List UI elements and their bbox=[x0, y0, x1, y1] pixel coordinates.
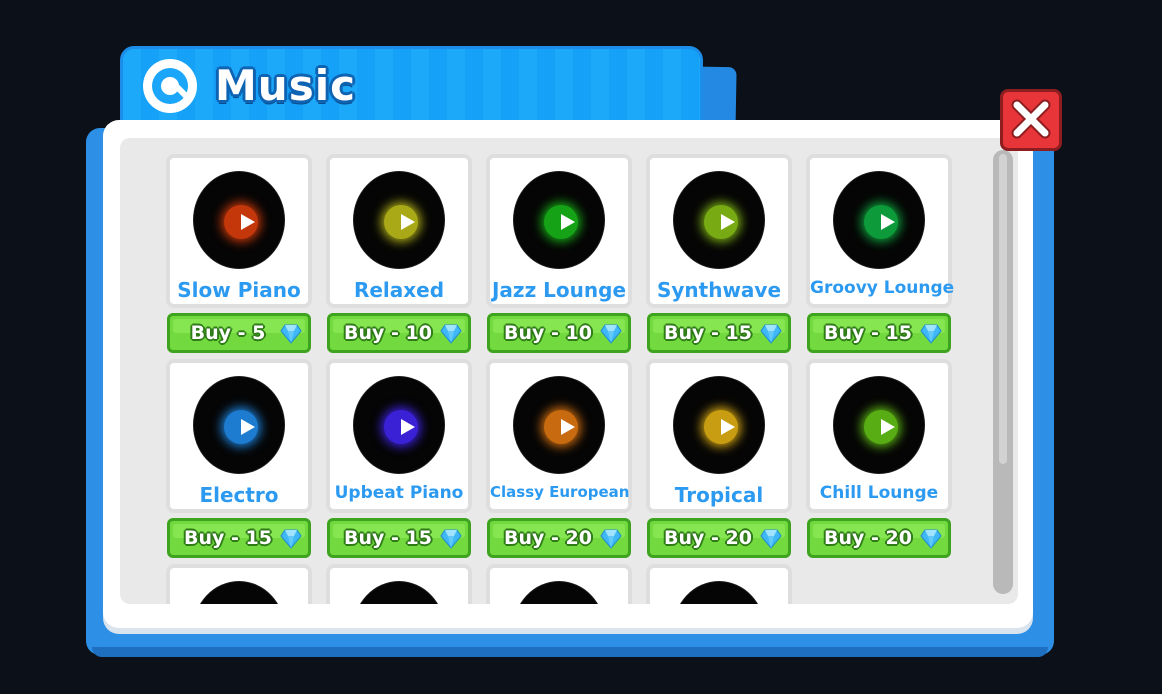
diamond-gem-icon bbox=[600, 324, 622, 344]
buy-button[interactable]: Buy - 15 bbox=[167, 518, 311, 558]
play-icon[interactable] bbox=[881, 214, 895, 230]
buy-price-label: Buy - 15 bbox=[664, 322, 752, 344]
vinyl-disc-icon[interactable] bbox=[354, 377, 444, 473]
song-name: Slow Piano bbox=[177, 278, 301, 302]
buy-button[interactable]: Buy - 10 bbox=[487, 313, 631, 353]
diamond-gem-icon bbox=[280, 324, 302, 344]
buy-price-label: Buy - 15 bbox=[184, 527, 272, 549]
diamond-gem-icon bbox=[760, 529, 782, 549]
buy-button[interactable]: Buy - 15 bbox=[807, 313, 951, 353]
diamond-gem-icon bbox=[280, 529, 302, 549]
play-icon[interactable] bbox=[721, 214, 735, 230]
vinyl-disc-icon[interactable] bbox=[674, 172, 764, 268]
diamond-gem-icon bbox=[440, 324, 462, 344]
music-disc-icon bbox=[143, 59, 197, 113]
buy-button[interactable]: Buy - 20 bbox=[807, 518, 951, 558]
buy-price-label: Buy - 10 bbox=[344, 322, 432, 344]
vinyl-disc-icon bbox=[674, 582, 764, 604]
buy-price-label: Buy - 15 bbox=[344, 527, 432, 549]
play-icon[interactable] bbox=[241, 214, 255, 230]
song-name: Tropical bbox=[674, 483, 764, 507]
play-icon[interactable] bbox=[401, 214, 415, 230]
buy-price-label: Buy - 5 bbox=[190, 322, 266, 344]
play-icon[interactable] bbox=[241, 419, 255, 435]
buy-price-label: Buy - 20 bbox=[824, 527, 912, 549]
buy-button[interactable]: Buy - 5 bbox=[167, 313, 311, 353]
song-name: Classy European bbox=[490, 483, 630, 501]
song-name: Groovy Lounge bbox=[810, 278, 955, 298]
vinyl-disc-icon[interactable] bbox=[354, 172, 444, 268]
song-name: Electro bbox=[199, 483, 279, 507]
buy-price-label: Buy - 10 bbox=[504, 322, 592, 344]
vinyl-disc-icon[interactable] bbox=[834, 172, 924, 268]
song-card[interactable]: Synthwave bbox=[646, 154, 792, 308]
scrollbar[interactable] bbox=[993, 150, 1013, 594]
play-icon[interactable] bbox=[561, 419, 575, 435]
song-list[interactable]: Slow Piano Buy - 5 Relaxed Buy - 10 Jazz Lou… bbox=[120, 138, 1018, 604]
close-x-icon bbox=[1011, 99, 1051, 139]
song-name: Upbeat Piano bbox=[334, 483, 464, 503]
buy-button[interactable]: Buy - 15 bbox=[647, 313, 791, 353]
song-card-partial[interactable] bbox=[166, 564, 312, 604]
vinyl-disc-icon[interactable] bbox=[514, 377, 604, 473]
vinyl-disc-icon[interactable] bbox=[194, 172, 284, 268]
buy-button[interactable]: Buy - 15 bbox=[327, 518, 471, 558]
song-card[interactable]: Relaxed bbox=[326, 154, 472, 308]
buy-button[interactable]: Buy - 20 bbox=[487, 518, 631, 558]
diamond-gem-icon bbox=[600, 529, 622, 549]
vinyl-disc-icon[interactable] bbox=[674, 377, 764, 473]
vinyl-disc-icon bbox=[194, 582, 284, 604]
buy-button[interactable]: Buy - 20 bbox=[647, 518, 791, 558]
diamond-gem-icon bbox=[760, 324, 782, 344]
song-card-partial[interactable] bbox=[486, 564, 632, 604]
vinyl-disc-icon bbox=[514, 582, 604, 604]
play-icon[interactable] bbox=[561, 214, 575, 230]
play-icon[interactable] bbox=[401, 419, 415, 435]
diamond-gem-icon bbox=[440, 529, 462, 549]
window-title: Music bbox=[215, 61, 356, 110]
song-card[interactable]: Classy European bbox=[486, 359, 632, 513]
close-button[interactable] bbox=[1000, 89, 1062, 151]
scrollbar-thumb[interactable] bbox=[999, 154, 1007, 464]
song-card[interactable]: Slow Piano bbox=[166, 154, 312, 308]
diamond-gem-icon bbox=[920, 324, 942, 344]
play-icon[interactable] bbox=[721, 419, 735, 435]
buy-price-label: Buy - 20 bbox=[664, 527, 752, 549]
song-card[interactable]: Electro bbox=[166, 359, 312, 513]
vinyl-disc-icon[interactable] bbox=[514, 172, 604, 268]
song-name: Jazz Lounge bbox=[491, 278, 627, 302]
song-card[interactable]: Groovy Lounge bbox=[806, 154, 955, 308]
buy-price-label: Buy - 15 bbox=[824, 322, 912, 344]
vinyl-disc-icon[interactable] bbox=[834, 377, 924, 473]
song-card[interactable]: Chill Lounge bbox=[806, 359, 952, 513]
song-name: Chill Lounge bbox=[819, 483, 939, 503]
vinyl-disc-icon[interactable] bbox=[194, 377, 284, 473]
song-card[interactable]: Upbeat Piano bbox=[326, 359, 472, 513]
vinyl-disc-icon bbox=[354, 582, 444, 604]
play-icon[interactable] bbox=[881, 419, 895, 435]
song-card[interactable]: Jazz Lounge bbox=[486, 154, 632, 308]
buy-price-label: Buy - 20 bbox=[504, 527, 592, 549]
diamond-gem-icon bbox=[920, 529, 942, 549]
song-name: Relaxed bbox=[353, 278, 445, 302]
buy-button[interactable]: Buy - 10 bbox=[327, 313, 471, 353]
song-card[interactable]: Tropical bbox=[646, 359, 792, 513]
song-card-partial[interactable] bbox=[646, 564, 792, 604]
song-card-partial[interactable] bbox=[326, 564, 472, 604]
song-name: Synthwave bbox=[656, 278, 782, 302]
